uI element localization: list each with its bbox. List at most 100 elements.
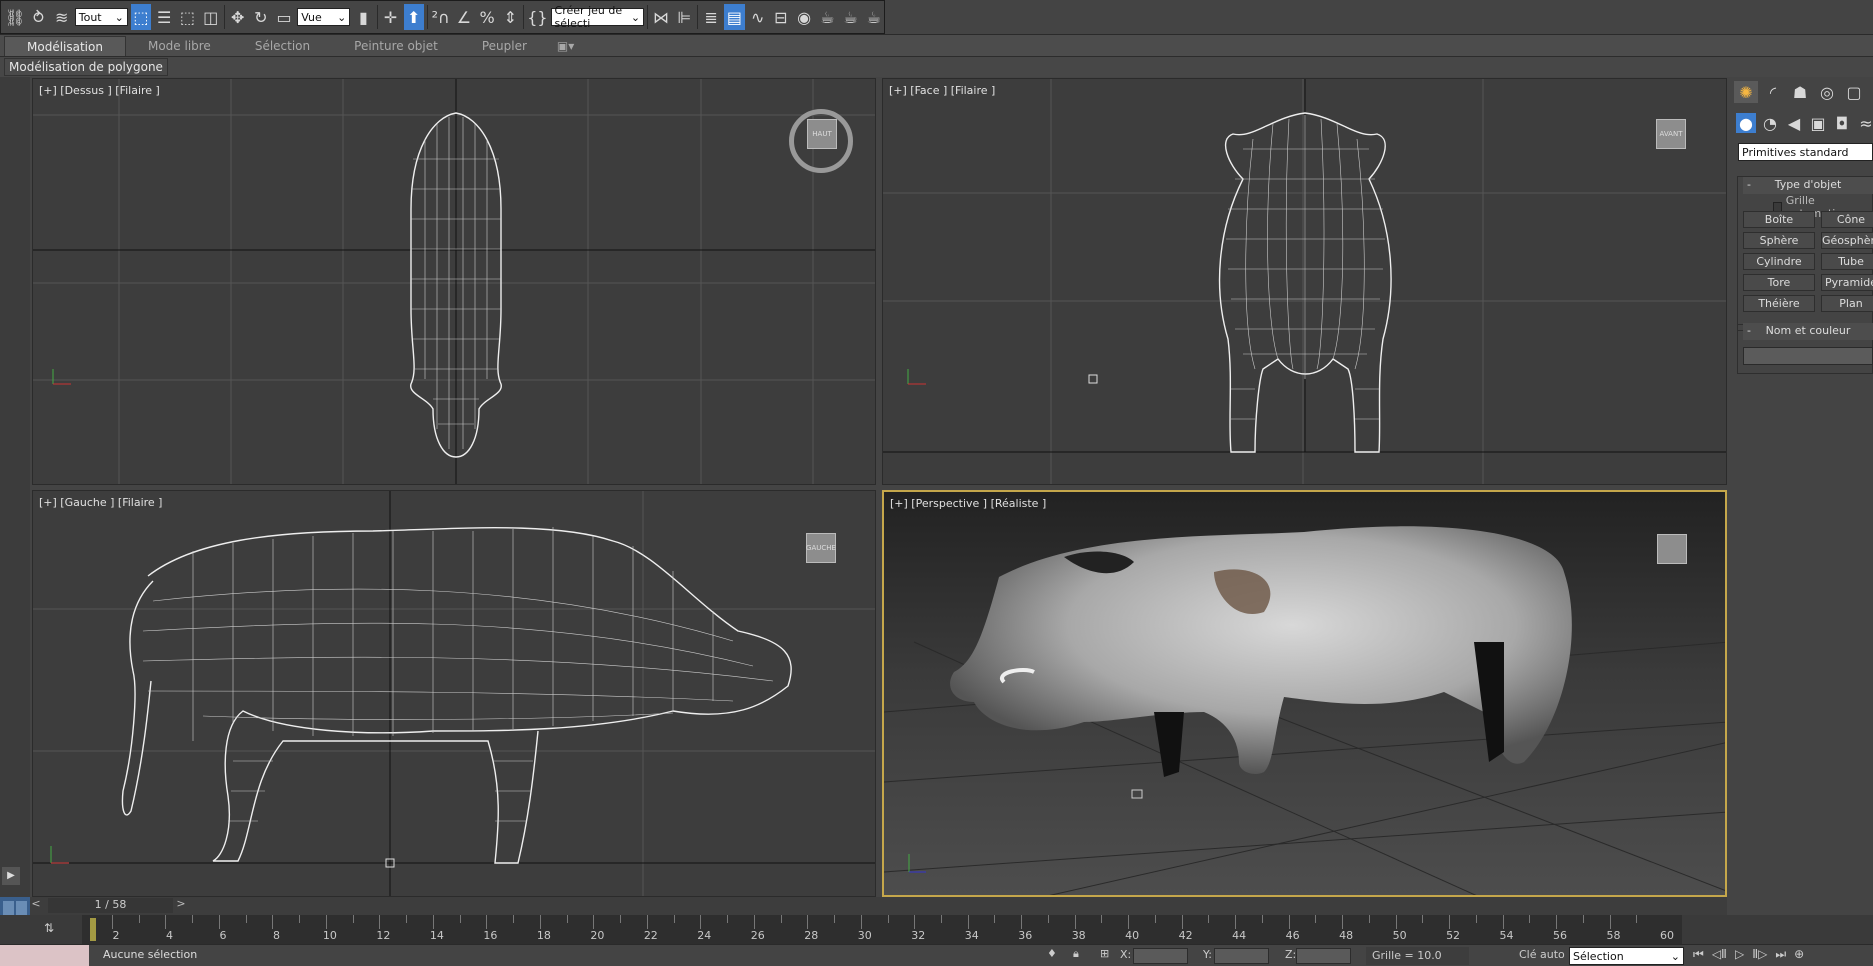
geometry-icon[interactable]: ● xyxy=(1736,113,1756,133)
status-bar: Aucune sélection ♦ 🔒︎ ⊞ X: Y: Z: Grille … xyxy=(0,944,1873,966)
tab-mode-libre[interactable]: Mode libre xyxy=(126,36,233,56)
viewport-label[interactable]: [+] [Perspective ] [Réaliste ] xyxy=(890,497,1046,510)
rollout-type-objet[interactable]: - Type d'objet xyxy=(1743,177,1873,194)
pyramid-button[interactable]: Pyramide xyxy=(1821,274,1873,291)
plane-button[interactable]: Plan xyxy=(1821,295,1873,312)
selection-filter-dropdown[interactable]: Tout ⌄ xyxy=(74,8,128,26)
select-by-name-icon[interactable]: ☰ xyxy=(154,4,174,30)
next-key-icon[interactable]: Ⅱ▷ xyxy=(1752,947,1767,962)
viewcube[interactable]: GAUCHE xyxy=(806,533,836,563)
render-icon[interactable]: ☕ xyxy=(864,4,884,30)
helpers-icon[interactable]: ◘ xyxy=(1832,113,1852,133)
tab-peupler[interactable]: Peupler xyxy=(460,36,549,56)
absolute-mode-icon[interactable]: ⊞ xyxy=(1100,947,1109,960)
timeline-ruler[interactable]: 2 4 6 8 10 12 14 16 18 20 22 24 26 28 30 32 34 36 38 40 42 44… xyxy=(82,915,1682,944)
create-tab-icon[interactable]: ✺ xyxy=(1734,81,1758,103)
maxscript-listener[interactable] xyxy=(0,945,89,966)
mirror-icon[interactable]: ⋈ xyxy=(651,4,671,30)
select-object-icon[interactable]: ⬚ xyxy=(130,4,152,30)
previous-key-icon[interactable]: ◁Ⅱ xyxy=(1712,947,1727,962)
layer-manager-icon[interactable]: ≣ xyxy=(701,4,721,30)
angle-snap-icon[interactable]: ∠ xyxy=(454,4,474,30)
prev-frame-button[interactable]: < xyxy=(30,897,42,914)
rollout-nom-couleur[interactable]: - Nom et couleur xyxy=(1743,323,1873,340)
zoom-icon[interactable]: ⊕ xyxy=(1794,947,1804,962)
lights-icon[interactable]: ◀ xyxy=(1784,113,1804,133)
key-mode-dropdown[interactable]: Sélection ⌄ xyxy=(1569,947,1684,965)
object-name-input[interactable] xyxy=(1743,347,1873,365)
modify-tab-icon[interactable]: ◜ xyxy=(1761,81,1785,103)
spinner-snap-icon[interactable]: ⇕ xyxy=(500,4,520,30)
window-crossing-icon[interactable]: ◫ xyxy=(201,4,221,30)
time-slider-thumb[interactable]: 1 / 58 xyxy=(48,898,173,913)
tube-button[interactable]: Tube xyxy=(1821,253,1873,270)
named-selection-dropdown[interactable]: Créer jeu de sélecti ⌄ xyxy=(550,4,645,30)
motion-tab-icon[interactable]: ◎ xyxy=(1815,81,1839,103)
viewcube[interactable]: AVANT xyxy=(1656,119,1686,149)
lock-selection-icon[interactable]: 🔒︎ xyxy=(1073,947,1079,961)
scale-icon[interactable]: ▭ xyxy=(274,4,294,30)
shapes-icon[interactable]: ◔ xyxy=(1760,113,1780,133)
teapot-button[interactable]: Théière xyxy=(1743,295,1815,312)
y-coordinate-input[interactable] xyxy=(1214,948,1269,964)
curve-editor-icon[interactable]: ∿ xyxy=(748,4,768,30)
expand-play-icon[interactable]: ▶ xyxy=(2,867,20,885)
scene-explorer-icon[interactable]: ▤ xyxy=(724,4,745,30)
go-to-end-icon[interactable]: ⏭ xyxy=(1775,947,1786,962)
category-dropdown[interactable]: Primitives standard xyxy=(1738,143,1873,161)
timeline-track[interactable]: ⇅ 2 4 6 8 10 12 14 16 18 20 22 24 26 28 30 32 34 36 38 40 42… xyxy=(0,915,1873,944)
viewport-left[interactable]: [+] [Gauche ] [Filaire ] GAUCHE xyxy=(32,490,876,897)
unlink-icon[interactable]: ⥁ xyxy=(28,4,48,30)
viewport-perspective[interactable]: [+] [Perspective ] [Réaliste ] xyxy=(882,490,1727,897)
viewport-label[interactable]: [+] [Gauche ] [Filaire ] xyxy=(39,496,162,509)
pivot-icon[interactable]: ▮ xyxy=(353,4,373,30)
display-tab-icon[interactable]: ▢ xyxy=(1842,81,1866,103)
curve-editor-mini-icon[interactable]: ⇅ xyxy=(44,921,54,935)
viewport-label[interactable]: [+] [Face ] [Filaire ] xyxy=(889,84,995,97)
tab-modelisation[interactable]: Modélisation xyxy=(4,35,126,56)
geosphere-button[interactable]: Géosphère xyxy=(1821,232,1873,249)
tab-peinture-objet[interactable]: Peinture objet xyxy=(332,36,460,56)
material-editor-icon[interactable]: ◉ xyxy=(794,4,814,30)
x-coordinate-input[interactable] xyxy=(1133,948,1188,964)
hierarchy-tab-icon[interactable]: ☗ xyxy=(1788,81,1812,103)
align-icon[interactable]: ⊫ xyxy=(674,4,694,30)
play-icon[interactable]: ▷ xyxy=(1735,947,1744,962)
autokey-button[interactable]: Clé auto xyxy=(1519,948,1565,961)
ribbon-options-icon[interactable]: ▣▾ xyxy=(549,36,582,56)
viewcube[interactable]: HAUT xyxy=(807,119,837,149)
edit-named-sets-icon[interactable]: {} xyxy=(527,4,547,30)
schematic-view-icon[interactable]: ⊟ xyxy=(771,4,791,30)
sphere-button[interactable]: Sphère xyxy=(1743,232,1815,249)
cylinder-button[interactable]: Cylindre xyxy=(1743,253,1815,270)
cone-button[interactable]: Cône xyxy=(1821,211,1873,228)
select-manipulate-icon[interactable]: ✛ xyxy=(380,4,400,30)
render-setup-icon[interactable]: ☕ xyxy=(817,4,837,30)
next-frame-button[interactable]: > xyxy=(175,897,187,914)
go-to-start-icon[interactable]: ⏮ xyxy=(1693,947,1704,962)
rotate-icon[interactable]: ↻ xyxy=(251,4,271,30)
viewport-top[interactable]: [+] [Dessus ] [Filaire ] HAUT xyxy=(32,78,876,485)
bind-spacewarp-icon[interactable]: ≋ xyxy=(52,4,72,30)
move-icon[interactable]: ✥ xyxy=(228,4,248,30)
isolate-icon[interactable]: ♦ xyxy=(1047,947,1057,960)
viewport-label[interactable]: [+] [Dessus ] [Filaire ] xyxy=(39,84,160,97)
viewcube[interactable] xyxy=(1657,534,1687,564)
link-icon[interactable]: ⛓ xyxy=(5,4,25,30)
percent-snap-icon[interactable]: % xyxy=(477,4,497,30)
rect-selection-icon[interactable]: ⬚ xyxy=(177,4,197,30)
snap-2d-icon[interactable]: ²∩ xyxy=(431,4,451,30)
rendered-frame-icon[interactable]: ☕ xyxy=(840,4,860,30)
reference-coord-dropdown[interactable]: Vue ⌄ xyxy=(297,8,351,26)
keyboard-shortcut-override-icon[interactable]: ⬆ xyxy=(403,4,424,30)
spacewarps-icon[interactable]: ≈ xyxy=(1856,113,1873,133)
polygon-modeling-button[interactable]: Modélisation de polygone xyxy=(4,58,168,76)
z-coordinate-input[interactable] xyxy=(1296,948,1351,964)
torus-button[interactable]: Tore xyxy=(1743,274,1815,291)
current-frame-marker[interactable] xyxy=(90,918,96,941)
cameras-icon[interactable]: ▣ xyxy=(1808,113,1828,133)
box-button[interactable]: Boîte xyxy=(1743,211,1815,228)
timeline-tick xyxy=(218,915,220,929)
viewport-front[interactable]: [+] [Face ] [Filaire ] AVANT xyxy=(882,78,1727,485)
tab-selection[interactable]: Sélection xyxy=(233,36,332,56)
